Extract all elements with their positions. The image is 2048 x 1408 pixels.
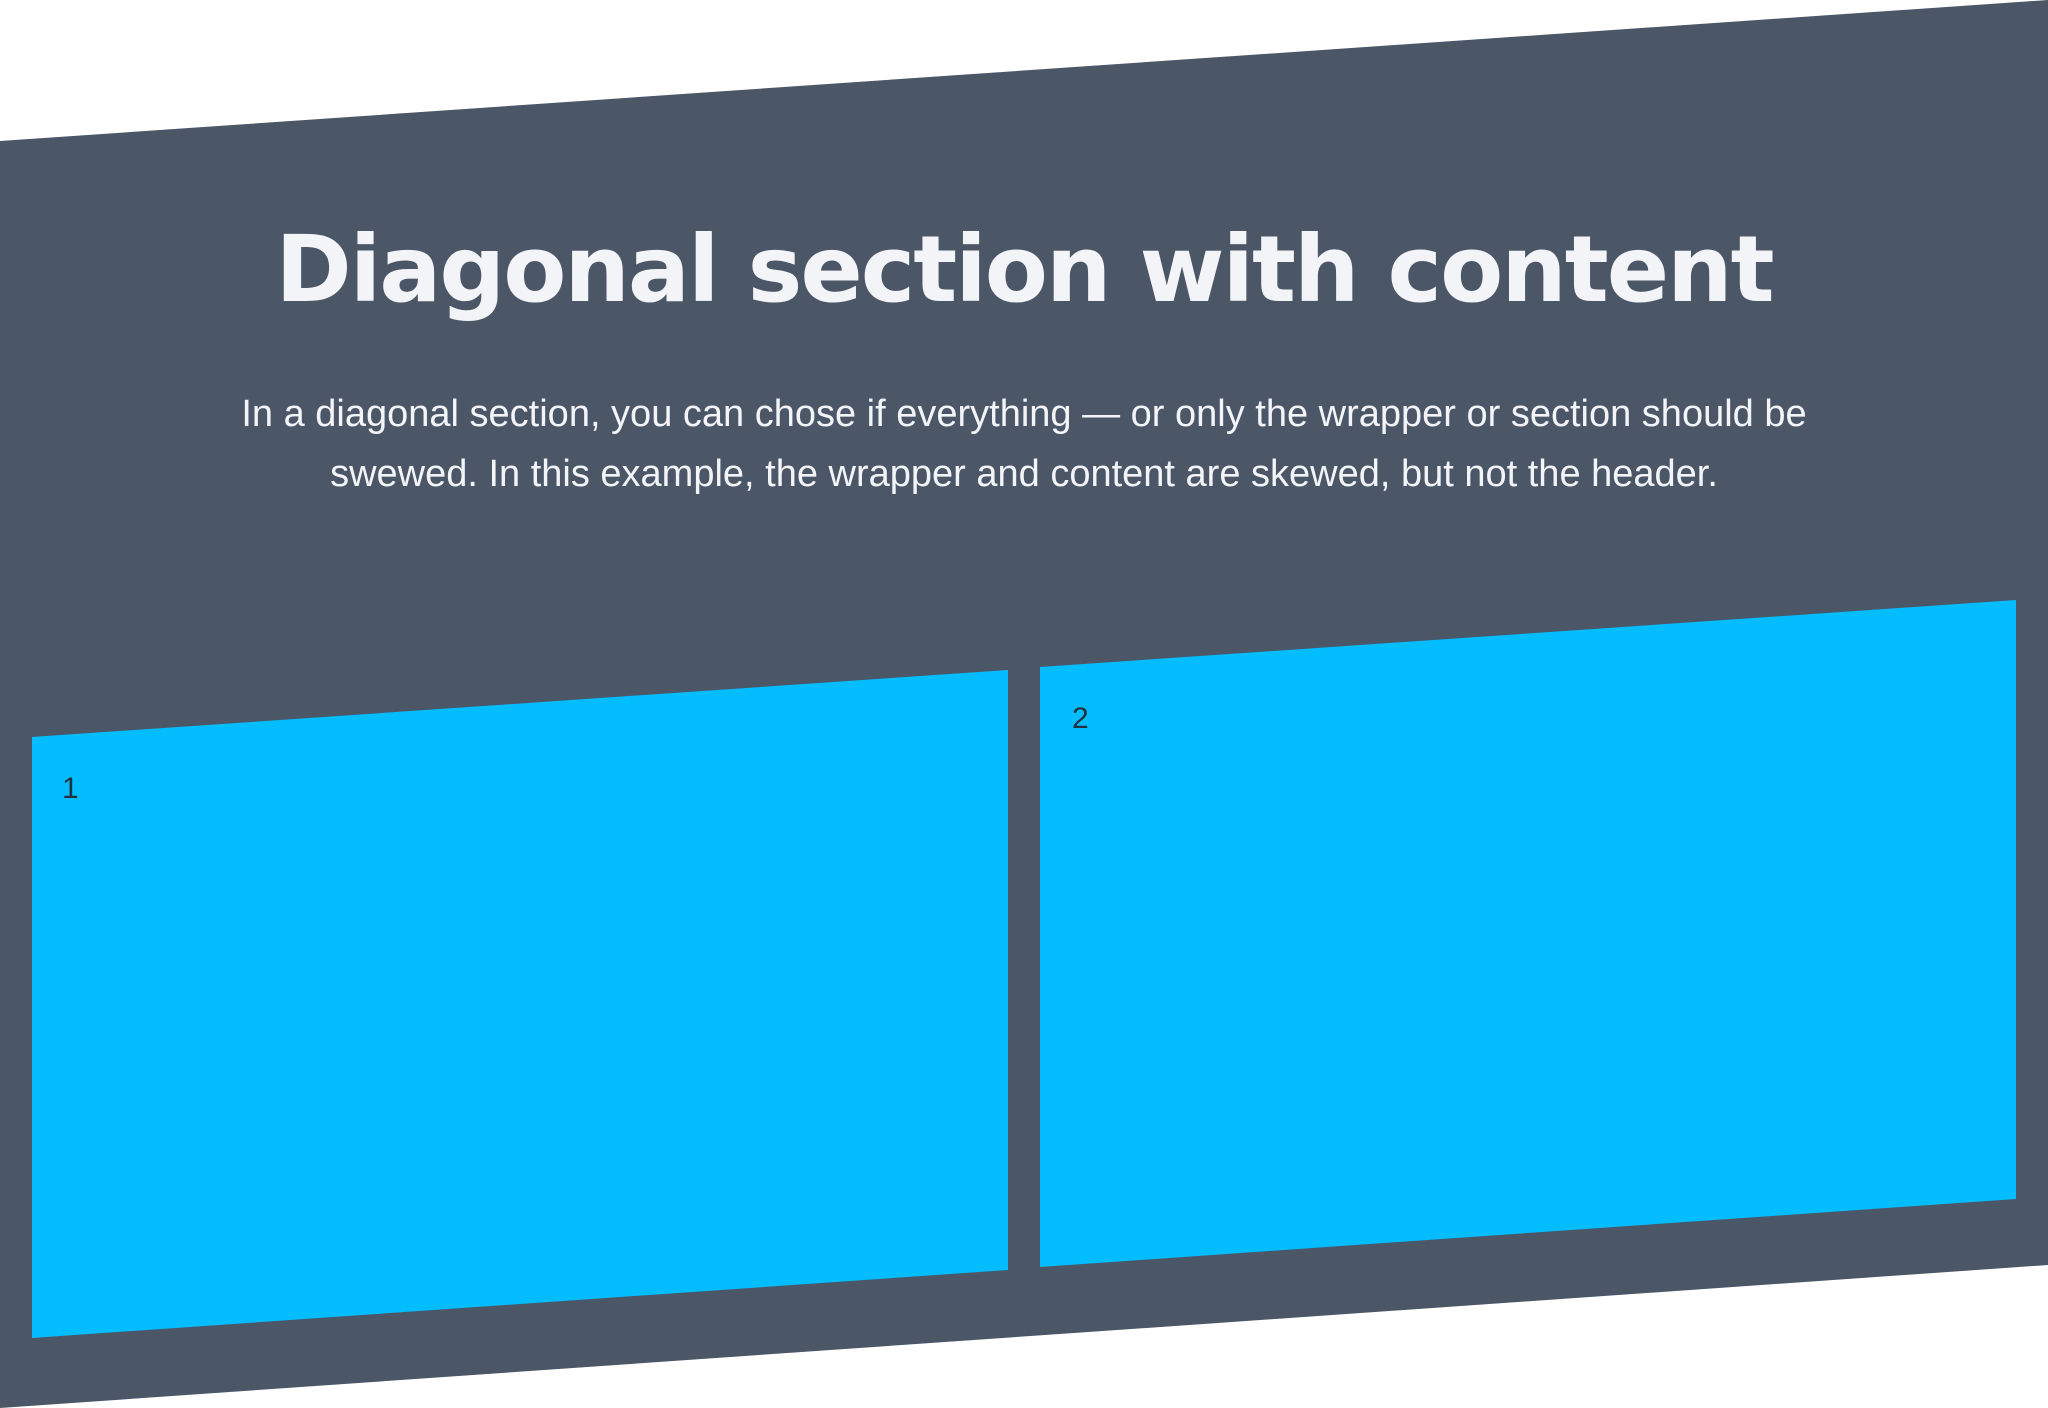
card-2-label: 2 [1072, 702, 1089, 735]
page-title: Diagonal section with content [275, 216, 1774, 323]
section-description: In a diagonal section, you can chose if … [241, 393, 1807, 495]
card-1-label: 1 [62, 772, 79, 805]
page: Diagonal section with content In a diago… [0, 0, 2048, 1408]
section-header: Diagonal section with content In a diago… [0, 200, 2048, 504]
card-2 [1040, 600, 2016, 1267]
card-1 [32, 670, 1008, 1338]
